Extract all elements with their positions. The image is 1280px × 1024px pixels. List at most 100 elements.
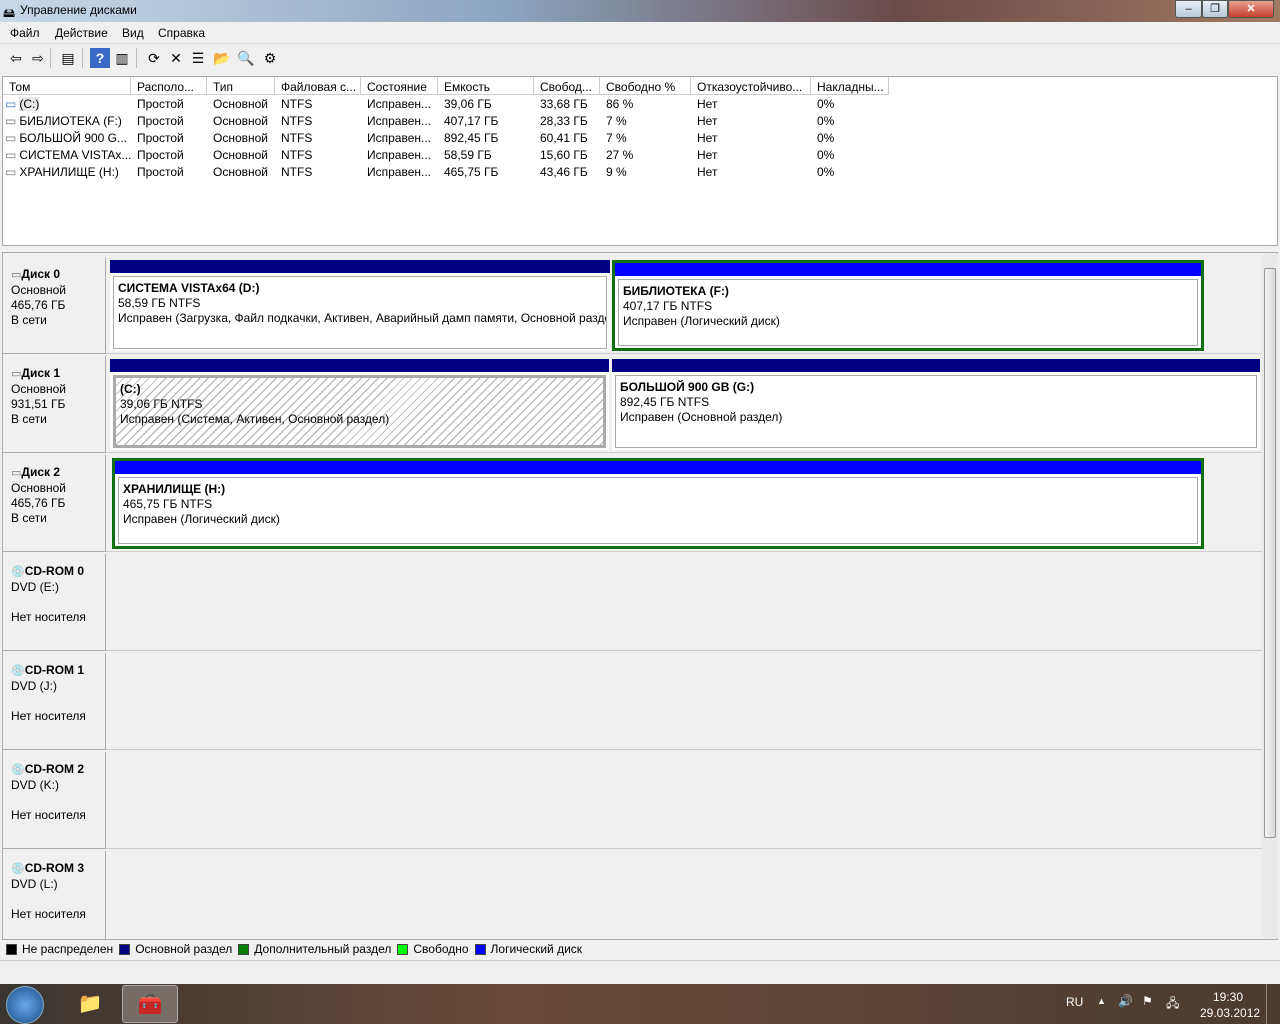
back-icon[interactable]: ⇦ xyxy=(6,48,26,68)
table-cell: Исправен... xyxy=(361,95,438,112)
disk-icon: 💿 xyxy=(11,863,25,875)
network-icon[interactable]: 🖧 xyxy=(1166,994,1179,1015)
volume-list: Том Располо... Тип Файловая с... Состояние Ем… xyxy=(2,76,1278,246)
menu-action[interactable]: Действие xyxy=(55,26,108,40)
refresh-icon[interactable]: ⟳ xyxy=(144,48,164,68)
menu-view[interactable]: Вид xyxy=(122,26,144,40)
menu-help[interactable]: Справка xyxy=(158,26,205,40)
partition[interactable]: БОЛЬШОЙ 900 GB (G:) 892,45 ГБ NTFS Исправе… xyxy=(612,359,1260,450)
delete-icon[interactable]: ✕ xyxy=(166,48,186,68)
table-row[interactable]: ▭ (C:) Простой Основной NTFS Исправен... 39,06… xyxy=(3,95,1277,112)
toolbar: ⇦ ⇨ ▤? ▥ ⟳ ✕ ☰ 📂 🔍 ⚙ xyxy=(0,44,1280,71)
table-cell: 0% xyxy=(811,129,889,146)
volume-icon[interactable]: 🔊 xyxy=(1118,994,1133,1008)
table-cell: Основной xyxy=(207,163,275,180)
disk-size: 465,76 ГБ xyxy=(11,496,66,510)
disk-size xyxy=(11,892,97,907)
clock-date[interactable]: 29.03.2012 xyxy=(1200,1006,1260,1020)
disk-row xyxy=(106,653,1262,750)
column-header[interactable]: Тип xyxy=(207,77,275,95)
disk-label-4[interactable]: 💿CD-ROM 1 DVD (J:) Нет носителя xyxy=(3,653,106,750)
table-row[interactable]: ▭ ХРАНИЛИЩЕ (H:) Простой Основной NTFS Исправ… xyxy=(3,163,1277,180)
cell-text: NTFS xyxy=(281,131,313,145)
cell-text: NTFS xyxy=(281,97,313,111)
toolbar-separator xyxy=(136,48,137,68)
legend-swatch xyxy=(238,943,250,955)
help-icon[interactable]: ? xyxy=(90,48,110,68)
column-header[interactable]: Том xyxy=(3,77,131,95)
legend-swatch xyxy=(474,943,486,955)
column-header[interactable]: Файловая с... xyxy=(275,77,361,95)
forward-icon[interactable]: ⇨ xyxy=(28,48,48,68)
column-header[interactable]: Состояние xyxy=(361,77,438,95)
disk-label-6[interactable]: 💿CD-ROM 3 DVD (L:) Нет носителя xyxy=(3,851,106,939)
maximize-button[interactable]: ❐ xyxy=(1202,0,1228,18)
disk-type: DVD (E:) xyxy=(11,580,59,594)
clock-time[interactable]: 19:30 xyxy=(1213,990,1243,1004)
column-header[interactable]: Располо... xyxy=(131,77,207,95)
partition-header-bar xyxy=(115,461,1201,474)
column-header[interactable]: Емкость xyxy=(438,77,534,95)
disk-label-1[interactable]: ▭Диск 1 Основной 931,51 ГБ В сети xyxy=(3,356,106,453)
properties-icon[interactable]: ☰ xyxy=(188,48,208,68)
show-action-pane-icon[interactable]: ▥ xyxy=(112,48,132,68)
partition-body: (C:) 39,06 ГБ NTFS Исправен (Система, Акти… xyxy=(113,375,606,448)
partition-size: 465,75 ГБ NTFS xyxy=(123,497,213,511)
column-header[interactable]: Накладны... xyxy=(811,77,889,95)
close-button[interactable]: ✕ xyxy=(1228,0,1274,18)
start-button[interactable] xyxy=(6,986,44,1024)
taskbar: 📁 🧰 RU ▲ 🔊 ⚑ 🖧 19:30 29.03.2012 xyxy=(0,984,1280,1024)
cell-text: Нет xyxy=(697,131,718,145)
cell-text: 0% xyxy=(817,131,835,145)
language-indicator[interactable]: RU xyxy=(1066,995,1083,1009)
minimize-button[interactable]: – xyxy=(1175,0,1202,18)
table-row[interactable]: ▭ БИБЛИОТЕКА (F:) Простой Основной NTFS Испра… xyxy=(3,112,1277,129)
cell-text: Исправен... xyxy=(367,148,432,162)
menu-file[interactable]: Файл xyxy=(10,26,40,40)
show-desktop-button[interactable] xyxy=(1266,984,1280,1024)
scrollbar-thumb[interactable] xyxy=(1264,268,1276,838)
table-cell: 86 % xyxy=(600,95,691,112)
disk-label-5[interactable]: 💿CD-ROM 2 DVD (K:) Нет носителя xyxy=(3,752,106,849)
table-cell: Простой xyxy=(131,112,207,129)
table-cell: Нет xyxy=(691,129,811,146)
table-row[interactable]: ▭ СИСТЕМА VISTAx... Простой Основной NTFS Исп… xyxy=(3,146,1277,163)
status-bar xyxy=(0,960,1280,982)
table-cell: Нет xyxy=(691,95,811,112)
table-row[interactable]: ▭ БОЛЬШОЙ 900 G... Простой Основной NTFS Испр… xyxy=(3,129,1277,146)
explorer-taskbar-icon[interactable]: 📁 xyxy=(62,985,118,1023)
column-header[interactable]: Отказоустойчиво... xyxy=(691,77,811,95)
cell-text: Нет xyxy=(697,114,718,128)
cell-text: Нет xyxy=(697,97,718,111)
partition[interactable]: (C:) 39,06 ГБ NTFS Исправен (Система, Акти… xyxy=(110,359,609,450)
column-header[interactable]: Свобод... xyxy=(534,77,600,95)
cell-text: Простой xyxy=(137,97,184,111)
table-cell: ▭ ХРАНИЛИЩЕ (H:) xyxy=(3,163,131,180)
table-cell: 43,46 ГБ xyxy=(534,163,600,180)
cell-text: 15,60 ГБ xyxy=(540,148,588,162)
column-header[interactable]: Свободно % xyxy=(600,77,691,95)
explore-icon[interactable]: 🔍 xyxy=(236,48,256,68)
settings-icon[interactable]: ⚙ xyxy=(260,48,280,68)
partition[interactable]: БИБЛИОТЕКА (F:) 407,17 ГБ NTFS Исправен (Л… xyxy=(612,260,1204,351)
drive-icon: ▭ xyxy=(5,131,17,145)
partition[interactable]: ХРАНИЛИЩЕ (H:) 465,75 ГБ NTFS Исправен (Ло… xyxy=(112,458,1204,549)
disk-label-3[interactable]: 💿CD-ROM 0 DVD (E:) Нет носителя xyxy=(3,554,106,651)
partition[interactable]: СИСТЕМА VISTAx64 (D:) 58,59 ГБ NTFS Исправ… xyxy=(110,260,610,351)
show-hide-console-tree-icon[interactable]: ▤ xyxy=(58,48,78,68)
disk-name: ▭Диск 2 xyxy=(11,465,97,481)
action-center-icon[interactable]: ⚑ xyxy=(1142,994,1153,1008)
table-cell: 58,59 ГБ xyxy=(438,146,534,163)
disk-size xyxy=(11,694,97,709)
cell-text: ХРАНИЛИЩЕ (H:) xyxy=(19,165,119,179)
open-icon[interactable]: 📂 xyxy=(212,48,232,68)
show-hidden-icons-icon[interactable]: ▲ xyxy=(1097,996,1106,1006)
disk-label-0[interactable]: ▭Диск 0 Основной 465,76 ГБ В сети xyxy=(3,257,106,354)
partition-title: БИБЛИОТЕКА (F:) xyxy=(623,284,729,298)
partition-status: Исправен (Основной раздел) xyxy=(620,410,783,424)
computer-management-taskbar-icon[interactable]: 🧰 xyxy=(122,985,178,1023)
disk-label-2[interactable]: ▭Диск 2 Основной 465,76 ГБ В сети xyxy=(3,455,106,552)
partition-title: (C:) xyxy=(120,382,141,396)
cell-text: 0% xyxy=(817,148,835,162)
legend-label: Дополнительный раздел xyxy=(254,942,392,956)
